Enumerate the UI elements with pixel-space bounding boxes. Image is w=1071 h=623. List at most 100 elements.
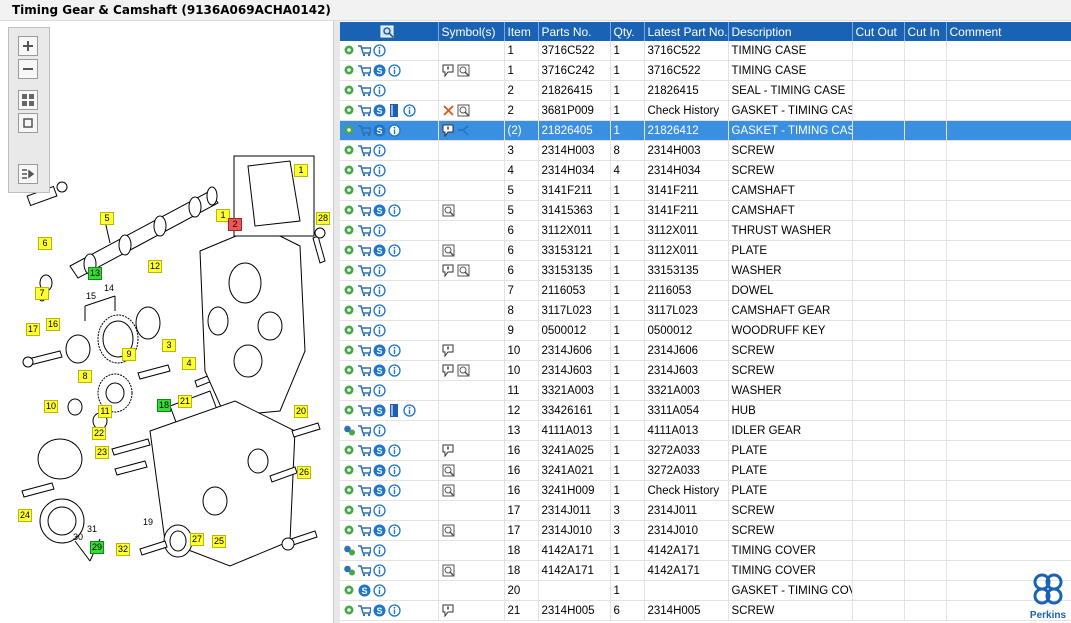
diagram-pane[interactable]: 1 1 2 28 5 6 7 13 15 14 12 16 17 9 3 8 4 10 11 21 18 20 22 23 26…	[0, 21, 334, 623]
fit-all-button[interactable]	[18, 90, 38, 110]
table-row[interactable]: S 20 1 GASKET - TIMING COVEI	[340, 580, 1071, 601]
row-actions[interactable]: S	[340, 200, 439, 221]
info-icon[interactable]	[388, 444, 401, 457]
table-row[interactable]: 4 2314H034 4 2314H034 SCREW	[340, 160, 1071, 181]
row-actions[interactable]: S	[340, 100, 439, 121]
col-header-parts-no[interactable]: Parts No.	[538, 22, 611, 41]
callout-16[interactable]: 16	[46, 318, 61, 331]
col-header-qty[interactable]: Qty.	[610, 22, 645, 41]
cart-icon[interactable]	[358, 224, 371, 237]
row-symbols[interactable]	[438, 500, 505, 521]
table-row[interactable]: S 21 2314H005 6 2314H005 SCREW	[340, 600, 1071, 621]
info-icon[interactable]	[373, 304, 386, 317]
callout-1[interactable]: 1	[294, 164, 308, 177]
row-symbols[interactable]	[438, 440, 505, 461]
table-row[interactable]: 7 2116053 1 2116053 DOWEL	[340, 280, 1071, 301]
cart-icon[interactable]	[358, 304, 371, 317]
row-symbols[interactable]	[438, 120, 505, 141]
view-drawing-icon[interactable]	[442, 244, 455, 257]
s-icon[interactable]: S	[373, 344, 386, 357]
s-icon[interactable]: S	[373, 444, 386, 457]
info-icon[interactable]	[373, 44, 386, 57]
callout-12[interactable]: 12	[148, 260, 163, 273]
row-symbols[interactable]	[438, 580, 505, 601]
info-icon[interactable]	[403, 104, 416, 117]
callout-11[interactable]: 11	[98, 405, 112, 418]
info-icon[interactable]	[388, 244, 401, 257]
row-actions[interactable]	[340, 560, 439, 581]
callout-8[interactable]: 8	[78, 370, 92, 383]
callout-13[interactable]: 13	[88, 267, 103, 280]
table-row[interactable]: S 6 33153121 1 3112X011 PLATE	[340, 240, 1071, 261]
callout-27[interactable]: 27	[190, 533, 205, 546]
callout-32[interactable]: 32	[116, 543, 131, 556]
info-icon[interactable]	[373, 84, 386, 97]
s-icon[interactable]: S	[358, 584, 371, 597]
s-icon[interactable]: S	[373, 204, 386, 217]
info-icon[interactable]	[373, 164, 386, 177]
row-actions[interactable]: S	[340, 460, 439, 481]
row-actions[interactable]: S	[340, 580, 439, 601]
cart-icon[interactable]	[358, 104, 371, 117]
col-header-description[interactable]: Description	[728, 22, 853, 41]
row-actions[interactable]: S	[340, 340, 439, 361]
table-row[interactable]: 6 33153135 1 33153135 WASHER	[340, 260, 1071, 281]
info-icon[interactable]	[388, 204, 401, 217]
table-row[interactable]: 17 2314J011 3 2314J011 SCREW	[340, 500, 1071, 521]
table-row[interactable]: S 16 3241A025 1 3272A033 PLATE	[340, 440, 1071, 461]
row-symbols[interactable]	[438, 560, 505, 581]
view-drawing-icon[interactable]	[457, 264, 470, 277]
callout-31[interactable]: 31	[86, 524, 98, 535]
table-row[interactable]: 18 4142A171 1 4142A171 TIMING COVER	[340, 560, 1071, 581]
cart-icon[interactable]	[358, 124, 371, 137]
view-drawing-icon[interactable]	[442, 564, 455, 577]
callout-6[interactable]: 6	[38, 237, 52, 250]
callout-29[interactable]: 29	[90, 541, 105, 554]
cart-icon[interactable]	[358, 484, 371, 497]
callout-22[interactable]: 22	[92, 427, 107, 440]
view-drawing-icon[interactable]	[442, 524, 455, 537]
cart-icon[interactable]	[358, 164, 371, 177]
table-row[interactable]: 18 4142A171 1 4142A171 TIMING COVER	[340, 540, 1071, 561]
row-symbols[interactable]	[438, 340, 505, 361]
info-icon[interactable]	[388, 64, 401, 77]
table-row[interactable]: S (2) 21826405 1 21826412 GASKET - TIMING CAS…	[340, 120, 1071, 141]
cart-icon[interactable]	[358, 324, 371, 337]
info-icon[interactable]	[373, 324, 386, 337]
col-header-cut-out[interactable]: Cut Out	[852, 22, 905, 41]
info-icon[interactable]	[373, 224, 386, 237]
row-actions[interactable]	[340, 380, 439, 401]
callout-14[interactable]: 14	[103, 283, 115, 294]
callout-3[interactable]: 3	[162, 339, 176, 352]
row-symbols[interactable]	[438, 240, 505, 261]
cart-icon[interactable]	[358, 244, 371, 257]
cart-icon[interactable]	[358, 184, 371, 197]
row-symbols[interactable]	[438, 520, 505, 541]
table-row[interactable]: S 12 33426161 1 3311A054 HUB	[340, 400, 1071, 421]
table-row[interactable]: S 5 31415363 1 3141F211 CAMSHAFT	[340, 200, 1071, 221]
row-actions[interactable]	[340, 500, 439, 521]
cart-icon[interactable]	[358, 44, 371, 57]
row-actions[interactable]: S	[340, 520, 439, 541]
info-icon[interactable]	[373, 584, 386, 597]
row-symbols[interactable]	[438, 600, 505, 621]
callout-10[interactable]: 10	[44, 400, 59, 413]
callout-21[interactable]: 21	[178, 395, 193, 408]
table-row[interactable]: 11 3321A003 1 3321A003 WASHER	[340, 380, 1071, 401]
table-row[interactable]: S 1 3716C242 1 3716C522 TIMING CASE	[340, 60, 1071, 81]
view-drawing-icon[interactable]	[442, 484, 455, 497]
table-row[interactable]: 13 4111A013 1 4111A013 IDLER GEAR	[340, 420, 1071, 441]
s-icon[interactable]: S	[373, 464, 386, 477]
row-symbols[interactable]	[438, 41, 505, 61]
cart-icon[interactable]	[358, 204, 371, 217]
cart-icon[interactable]	[358, 264, 371, 277]
row-actions[interactable]: S	[340, 480, 439, 501]
row-actions[interactable]: S	[340, 120, 439, 141]
row-symbols[interactable]	[438, 460, 505, 481]
row-actions[interactable]	[340, 540, 439, 561]
table-row[interactable]: 5 3141F211 1 3141F211 CAMSHAFT	[340, 180, 1071, 201]
info-icon[interactable]	[388, 124, 401, 137]
cart-icon[interactable]	[358, 464, 371, 477]
callout-28[interactable]: 28	[316, 212, 331, 225]
table-row[interactable]: S 16 3241H009 1 Check History PLATE	[340, 480, 1071, 501]
